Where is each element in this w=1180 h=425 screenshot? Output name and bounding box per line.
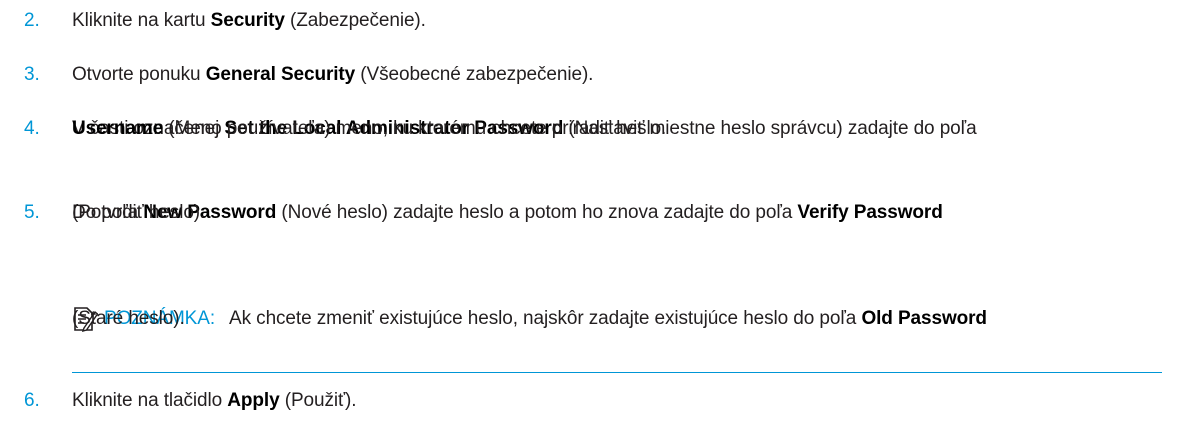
- step-text: Otvorte ponuku General Security (Všeobec…: [72, 60, 1164, 90]
- step-text-plain: (Meno používateľa) meno, ku ktorému chce…: [163, 118, 667, 139]
- step-number: 6.: [24, 390, 40, 411]
- step-text-plain: (Použiť).: [279, 390, 357, 411]
- note-text-plain: (Staré heslo).: [72, 308, 185, 329]
- step-text-plain: Otvorte ponuku: [72, 64, 206, 85]
- step-text-plain: (Zabezpečenie).: [284, 10, 426, 31]
- step-text-plain: Kliknite na kartu: [72, 10, 211, 31]
- ui-term-general-security-menu: General Security: [205, 64, 356, 85]
- step-text-continued: Username (Meno používateľa) meno, ku kto…: [72, 114, 1164, 144]
- step-text-plain: (Potvrdiť heslo).: [72, 202, 206, 223]
- step-number: 2.: [24, 10, 40, 31]
- note-text-continued: (Staré heslo).: [72, 304, 1162, 334]
- ui-term-username-field: Username: [72, 118, 164, 139]
- step-number: 3.: [24, 64, 40, 85]
- step-text: Kliknite na tlačidlo Apply (Použiť).: [72, 386, 1164, 416]
- ui-term-apply-button: Apply: [227, 390, 280, 411]
- step-text-continued: (Potvrdiť heslo).: [72, 198, 1164, 228]
- step-text-plain: (Všeobecné zabezpečenie).: [355, 64, 594, 85]
- step-text-plain: Kliknite na tlačidlo: [72, 390, 228, 411]
- step-number: 5.: [24, 202, 40, 223]
- step-number: 4.: [24, 118, 40, 139]
- ui-term-security-tab: Security: [210, 10, 285, 31]
- step-text: Kliknite na kartu Security (Zabezpečenie…: [72, 6, 1164, 36]
- note-box: POZNÁMKA: Ak chcete zmeniť existujúce hes…: [72, 304, 1162, 373]
